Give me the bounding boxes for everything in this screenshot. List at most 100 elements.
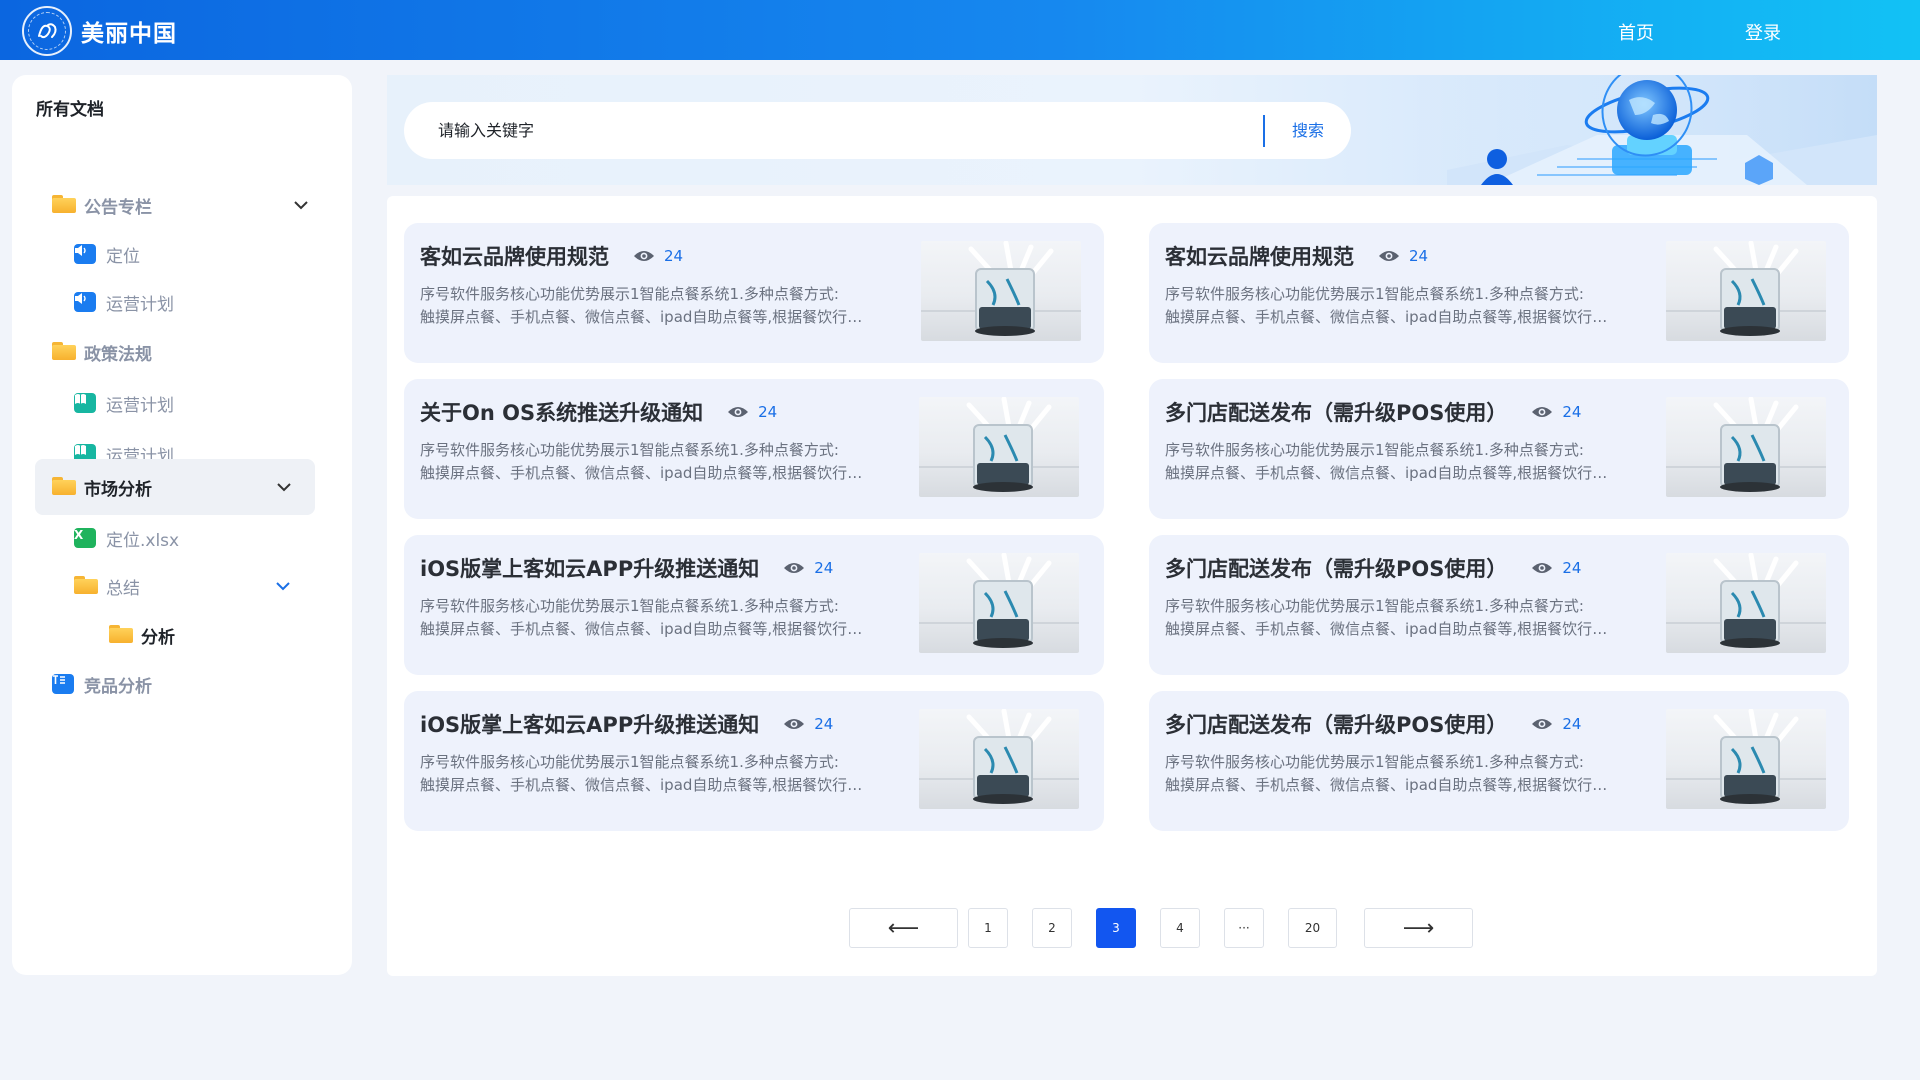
document-thumbnail [1666,553,1826,653]
next-page-button[interactable]: ⟶ [1364,908,1473,948]
search-input[interactable] [438,102,1218,159]
document-card-title: 关于On OS系统推送升级通知 24 [420,397,777,427]
tree-item-positioning[interactable]: 定位 [74,230,314,278]
page-button-1[interactable]: 1 [968,908,1008,948]
tree-item-competitor-analysis[interactable]: 竞品分析 [52,660,322,708]
tree-item-announcements[interactable]: 公告专栏 [52,181,322,229]
description-line: 触摸屏点餐、手机点餐、微信点餐、ipad自助点餐等,根据餐饮行业的实际需求 [1165,620,1615,638]
eye-icon [1379,251,1399,261]
description-line: 序号软件服务核心功能优势展示1智能点餐系统1.多种点餐方式: [420,441,839,459]
eye-icon [1532,719,1553,729]
document-card-description: 序号软件服务核心功能优势展示1智能点餐系统1.多种点餐方式: 触摸屏点餐、手机点… [420,595,870,641]
doc-icon [52,674,74,694]
document-card[interactable]: 多门店配送发布（需升级POS使用） 24 序号软件服务核心功能优势展示1智能点餐… [1149,691,1849,831]
chevron-down-icon[interactable] [274,577,292,595]
documents-panel: 客如云品牌使用规范 24 序号软件服务核心功能优势展示1智能点餐系统1.多种点餐… [387,196,1877,976]
page-button-2[interactable]: 2 [1032,908,1072,948]
search-box: 搜索 [404,102,1351,159]
tree-item-label: 定位 [106,246,140,267]
page-ellipsis[interactable]: ··· [1224,908,1264,948]
pagination: ⟵ 1 2 3 4 ··· 20 ⟶ [387,908,1877,948]
chevron-down-icon[interactable] [292,196,310,214]
description-line: 序号软件服务核心功能优势展示1智能点餐系统1.多种点餐方式: [1165,285,1584,303]
excel-icon: X [74,528,96,548]
document-card-title: 客如云品牌使用规范 24 [420,241,683,271]
view-count: 24 [1531,559,1581,577]
document-card[interactable]: iOS版掌上客如云APP升级推送通知 24 序号软件服务核心功能优势展示1智能点… [404,535,1104,675]
card-title-text: iOS版掌上客如云APP升级推送通知 [420,713,760,737]
document-card[interactable]: 多门店配送发布（需升级POS使用） 24 序号软件服务核心功能优势展示1智能点餐… [1149,535,1849,675]
view-count-value: 24 [814,559,834,577]
tree-item-label: 公告专栏 [84,197,152,218]
tree-item-analysis[interactable]: 分析 [109,611,309,659]
page-button-4[interactable]: 4 [1160,908,1200,948]
page-button-3-current[interactable]: 3 [1096,908,1136,948]
view-count: 24 [633,247,683,265]
folder-icon [52,477,76,497]
tree-item-label: 分析 [141,627,175,648]
document-card[interactable]: iOS版掌上客如云APP升级推送通知 24 序号软件服务核心功能优势展示1智能点… [404,691,1104,831]
tree-item-label: 总结 [106,578,140,599]
nav-home-link[interactable]: 首页 [1618,19,1654,45]
description-line: 序号软件服务核心功能优势展示1智能点餐系统1.多种点餐方式: [1165,753,1584,771]
description-line: 序号软件服务核心功能优势展示1智能点餐系统1.多种点餐方式: [420,753,839,771]
tree-item-summary[interactable]: 总结 [74,562,314,610]
document-card-title: 多门店配送发布（需升级POS使用） 24 [1165,397,1581,427]
tree-item-label: 运营计划 [106,294,174,315]
document-card[interactable]: 客如云品牌使用规范 24 序号软件服务核心功能优势展示1智能点餐系统1.多种点餐… [1149,223,1849,363]
document-card-description: 序号软件服务核心功能优势展示1智能点餐系统1.多种点餐方式: 触摸屏点餐、手机点… [1165,439,1615,485]
view-count-value: 24 [1562,715,1582,733]
document-card[interactable]: 客如云品牌使用规范 24 序号软件服务核心功能优势展示1智能点餐系统1.多种点餐… [404,223,1104,363]
tree-item-positioning-xlsx[interactable]: X 定位.xlsx [74,514,314,562]
folder-icon [109,625,133,645]
description-line: 序号软件服务核心功能优势展示1智能点餐系统1.多种点餐方式: [420,285,839,303]
view-count: 24 [727,403,777,421]
tree-item-operation-plan[interactable]: 运营计划 [74,278,314,326]
logo-seal-icon [22,6,72,56]
card-title-text: 多门店配送发布（需升级POS使用） [1165,713,1508,737]
card-title-text: 多门店配送发布（需升级POS使用） [1165,557,1508,581]
eye-icon [1532,563,1553,573]
document-thumbnail [1666,397,1826,497]
document-thumbnail [1666,709,1826,809]
document-card-description: 序号软件服务核心功能优势展示1智能点餐系统1.多种点餐方式: 触摸屏点餐、手机点… [1165,283,1615,329]
prev-page-button[interactable]: ⟵ [849,908,958,948]
view-count: 24 [1531,715,1581,733]
folder-icon [52,342,76,362]
page-button-20[interactable]: 20 [1288,908,1337,948]
eye-icon [634,251,654,261]
book-icon [74,393,96,413]
search-button[interactable]: 搜索 [1278,102,1338,159]
brand[interactable]: 美丽中国 [22,6,177,56]
tree-item-label: 运营计划 [106,395,174,416]
document-card[interactable]: 关于On OS系统推送升级通知 24 序号软件服务核心功能优势展示1智能点餐系统… [404,379,1104,519]
view-count-value: 24 [758,403,778,421]
document-card-title: 多门店配送发布（需升级POS使用） 24 [1165,553,1581,583]
chevron-down-icon[interactable] [275,478,293,496]
card-title-text: 客如云品牌使用规范 [420,245,609,269]
tree-item-operation-plan[interactable]: 运营计划 [74,379,314,427]
document-card-description: 序号软件服务核心功能优势展示1智能点餐系统1.多种点餐方式: 触摸屏点餐、手机点… [420,283,870,329]
card-title-text: 关于On OS系统推送升级通知 [420,401,704,425]
view-count-value: 24 [1562,559,1582,577]
document-thumbnail [919,709,1079,809]
view-count-value: 24 [1562,403,1582,421]
sidebar: 所有文档 公告专栏 定位 运营计划 政策法规 运营计划 运营计划 市场分析 X … [12,75,352,975]
nav-login-link[interactable]: 登录 [1745,19,1781,45]
app-title: 美丽中国 [81,21,177,47]
tree-item-market-analysis[interactable]: 市场分析 [35,459,315,515]
description-line: 触摸屏点餐、手机点餐、微信点餐、ipad自助点餐等,根据餐饮行业的实际需求 [1165,464,1615,482]
view-count: 24 [1531,403,1581,421]
folder-icon [52,195,76,215]
tree-item-label: 市场分析 [84,479,152,500]
card-title-text: 多门店配送发布（需升级POS使用） [1165,401,1508,425]
tree-item-policies[interactable]: 政策法规 [52,328,322,376]
description-line: 触摸屏点餐、手机点餐、微信点餐、ipad自助点餐等,根据餐饮行业的实际需求 [420,308,870,326]
search-banner: 搜索 [387,75,1877,185]
document-card-title: 多门店配送发布（需升级POS使用） 24 [1165,709,1581,739]
folder-icon [74,576,98,596]
eye-icon [728,407,749,417]
eye-icon [784,563,805,573]
description-line: 序号软件服务核心功能优势展示1智能点餐系统1.多种点餐方式: [420,597,839,615]
document-card[interactable]: 多门店配送发布（需升级POS使用） 24 序号软件服务核心功能优势展示1智能点餐… [1149,379,1849,519]
